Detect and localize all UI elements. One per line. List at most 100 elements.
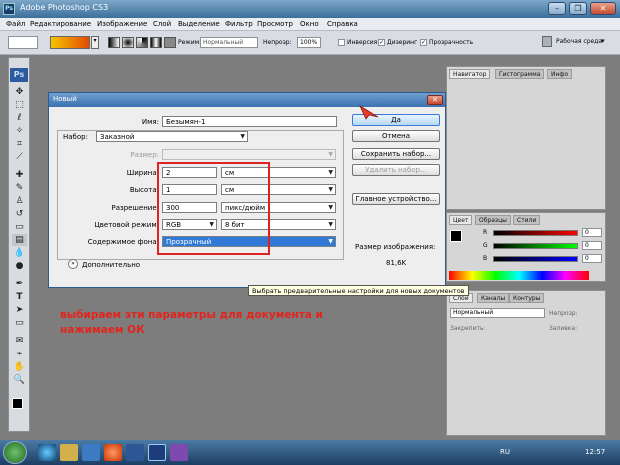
- blend-mode-select[interactable]: Нормальный: [450, 308, 545, 318]
- menu-filter[interactable]: Фильтр: [225, 20, 253, 28]
- close-button[interactable]: ✕: [590, 2, 616, 15]
- pen-tool-icon[interactable]: ✒: [12, 278, 27, 290]
- eraser-tool-icon[interactable]: ▭: [12, 221, 27, 233]
- linear-gradient-icon[interactable]: [108, 37, 120, 48]
- history-brush-icon[interactable]: ↺: [12, 208, 27, 220]
- start-button[interactable]: [3, 441, 27, 464]
- channel-g-slider[interactable]: [493, 243, 578, 249]
- menu-edit[interactable]: Редактирование: [30, 20, 91, 28]
- palette-well-icon[interactable]: [542, 36, 552, 47]
- menu-file[interactable]: Файл: [6, 20, 25, 28]
- workspace-label[interactable]: Рабочая среда: [556, 38, 602, 45]
- menu-window[interactable]: Окно: [300, 20, 319, 28]
- type-tool-icon[interactable]: T: [12, 291, 27, 303]
- preset-select[interactable]: Заказной ▼: [96, 131, 248, 142]
- workspace-dropdown-icon[interactable]: ▾: [601, 37, 605, 45]
- dialog-close-button[interactable]: ✕: [427, 95, 443, 105]
- dither-label: Дизеринг: [387, 39, 418, 46]
- device-central-button[interactable]: Главное устройство...: [352, 193, 440, 205]
- menu-view[interactable]: Просмотр: [257, 20, 293, 28]
- tab-channels[interactable]: Каналы: [477, 293, 510, 303]
- inverse-checkbox[interactable]: [338, 39, 345, 46]
- color-spectrum-ramp[interactable]: [449, 271, 589, 280]
- healing-brush-icon[interactable]: ✚: [12, 169, 27, 181]
- path-selection-icon[interactable]: ➤: [12, 304, 27, 316]
- zoom-tool-icon[interactable]: 🔍: [12, 374, 27, 386]
- options-bar: ▾ Режим: Нормальный Непрозр: 100% Инверс…: [0, 31, 620, 55]
- delete-preset-button[interactable]: Удалить набор...: [352, 164, 440, 176]
- size-select[interactable]: ▼: [162, 149, 336, 160]
- opacity-label: Непрозр:: [263, 39, 292, 46]
- folder-icon[interactable]: [60, 444, 78, 461]
- clone-stamp-icon[interactable]: ♙: [12, 195, 27, 207]
- slice-tool-icon[interactable]: ⟋: [12, 151, 27, 163]
- advanced-toggle-icon[interactable]: »: [68, 259, 78, 269]
- app-icon[interactable]: [170, 444, 188, 461]
- gradient-dropdown-icon[interactable]: ▾: [91, 36, 99, 49]
- hand-tool-icon[interactable]: ✋: [12, 361, 27, 373]
- channel-b-value[interactable]: 0: [582, 254, 602, 263]
- channel-r-slider[interactable]: [493, 230, 578, 236]
- tool-preset-picker[interactable]: [8, 36, 38, 49]
- crop-tool-icon[interactable]: ⌗: [12, 138, 27, 150]
- save-preset-button[interactable]: Сохранить набор...: [352, 148, 440, 160]
- radial-gradient-icon[interactable]: [122, 37, 134, 48]
- transparency-checkbox[interactable]: ✓: [420, 39, 427, 46]
- tab-swatches[interactable]: Образцы: [475, 215, 511, 225]
- toolbox: Ps ✥ ⬚ ℓ ✧ ⌗ ⟋ ✚ ✎ ♙ ↺ ▭ ▤ 💧 ● ✒ T ➤ ▭ ✉…: [8, 57, 30, 432]
- ie-icon[interactable]: [38, 444, 56, 461]
- tab-info[interactable]: Инфо: [547, 69, 573, 79]
- mode-select[interactable]: Нормальный: [200, 37, 258, 48]
- chevron-down-icon: ▼: [240, 133, 245, 140]
- minimize-button[interactable]: –: [548, 2, 566, 15]
- menu-image[interactable]: Изображение: [97, 20, 147, 28]
- tab-histogram[interactable]: Гистограмма: [495, 69, 545, 79]
- gradient-tool-icon[interactable]: ▤: [12, 234, 27, 246]
- resolution-label: Разрешение:: [111, 204, 160, 212]
- advanced-label[interactable]: Дополнительно: [82, 261, 140, 269]
- cancel-button[interactable]: Отмена: [352, 130, 440, 142]
- angle-gradient-icon[interactable]: [136, 37, 148, 48]
- dodge-tool-icon[interactable]: ●: [12, 260, 27, 272]
- tab-styles[interactable]: Стили: [513, 215, 541, 225]
- blur-tool-icon[interactable]: 💧: [12, 247, 27, 259]
- channel-r-value[interactable]: 0: [582, 228, 602, 237]
- restore-button[interactable]: ❐: [569, 2, 587, 15]
- chevron-down-icon: ▼: [328, 186, 333, 193]
- media-player-icon[interactable]: [82, 444, 100, 461]
- tab-color[interactable]: Цвет: [449, 215, 473, 225]
- dialog-title-bar: Новый: [49, 93, 445, 107]
- word-icon[interactable]: [126, 444, 144, 461]
- channel-g-value[interactable]: 0: [582, 241, 602, 250]
- image-size-value: 81,6K: [386, 259, 407, 267]
- gradient-swatch[interactable]: [50, 36, 90, 49]
- lasso-tool-icon[interactable]: ℓ: [12, 112, 27, 124]
- menu-bar: Файл Редактирование Изображение Слой Выд…: [0, 18, 620, 31]
- eyedropper-tool-icon[interactable]: ⌁: [12, 348, 27, 360]
- channel-g-label: G: [483, 242, 488, 249]
- photoshop-taskbar-icon[interactable]: [148, 444, 166, 461]
- language-indicator[interactable]: RU: [500, 448, 510, 456]
- size-label: Размер:: [130, 151, 159, 159]
- menu-help[interactable]: Справка: [327, 20, 358, 28]
- move-tool-icon[interactable]: ✥: [12, 86, 27, 98]
- color-foreground-swatch[interactable]: [450, 230, 462, 242]
- marquee-tool-icon[interactable]: ⬚: [12, 99, 27, 111]
- notes-tool-icon[interactable]: ✉: [12, 335, 27, 347]
- dither-checkbox[interactable]: ✓: [378, 39, 385, 46]
- diamond-gradient-icon[interactable]: [164, 37, 176, 48]
- menu-select[interactable]: Выделение: [178, 20, 220, 28]
- highlight-rectangle: [157, 162, 270, 255]
- brush-tool-icon[interactable]: ✎: [12, 182, 27, 194]
- tab-navigator[interactable]: Навигатор: [449, 69, 491, 79]
- name-input[interactable]: Безымян-1: [162, 116, 337, 127]
- menu-layer[interactable]: Слой: [153, 20, 171, 28]
- foreground-color-swatch[interactable]: [12, 398, 23, 409]
- opacity-input[interactable]: 100%: [297, 37, 321, 48]
- magic-wand-icon[interactable]: ✧: [12, 125, 27, 137]
- tab-paths[interactable]: Контуры: [509, 293, 545, 303]
- shape-tool-icon[interactable]: ▭: [12, 317, 27, 329]
- reflected-gradient-icon[interactable]: [150, 37, 162, 48]
- channel-b-slider[interactable]: [493, 256, 578, 262]
- browser-icon[interactable]: [104, 444, 122, 461]
